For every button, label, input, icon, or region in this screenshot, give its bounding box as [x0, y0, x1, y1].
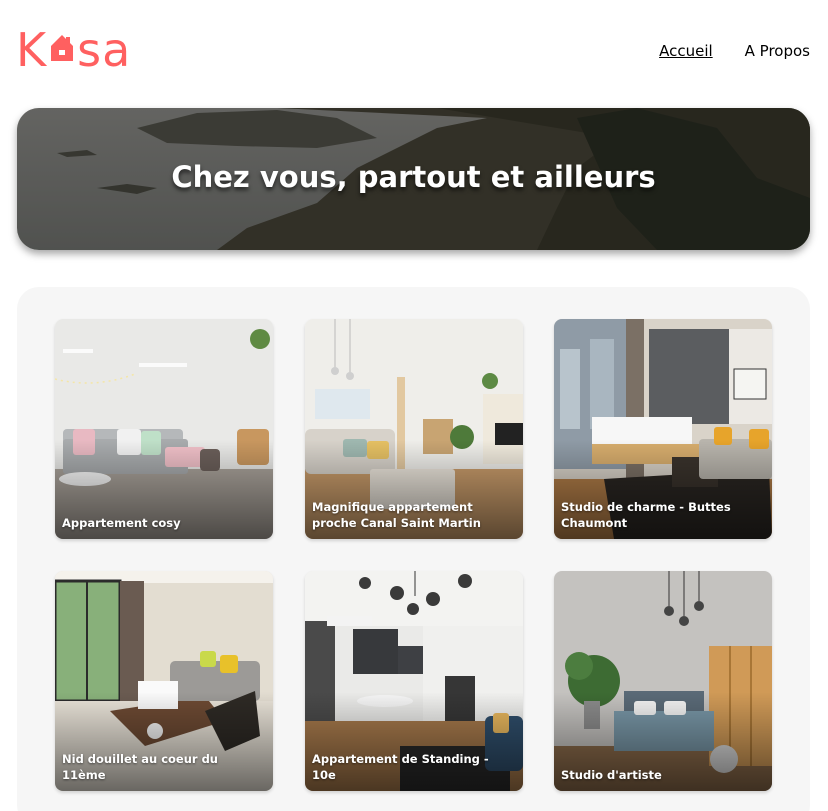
listing-title: Nid douillet au coeur du 11ème	[62, 752, 218, 782]
banner-title: Chez vous, partout et ailleurs	[171, 160, 656, 194]
hero-banner: Chez vous, partout et ailleurs	[17, 108, 810, 250]
listing-title: Appartement de Standing - 10e	[312, 752, 489, 782]
kasa-logo[interactable]: K sa	[16, 22, 156, 78]
listing-title: Magnifique appartement proche Canal Sain…	[312, 500, 481, 530]
listing-title: Studio de charme - Buttes Chaumont	[561, 500, 731, 530]
nav-link-a-propos[interactable]: A Propos	[745, 42, 810, 60]
card-shade	[554, 571, 772, 791]
main-nav: Accueil A Propos	[659, 42, 810, 60]
listing-card[interactable]: Appartement de Standing - 10e	[305, 571, 523, 791]
house-icon	[51, 35, 74, 61]
listings-gallery: Appartement cosy Magnifique appartement …	[17, 287, 810, 811]
listing-card[interactable]: Magnifique appartement proche Canal Sain…	[305, 319, 523, 539]
listing-title: Studio d'artiste	[561, 768, 662, 782]
listing-card[interactable]: Studio d'artiste	[554, 571, 772, 791]
listing-card[interactable]: Studio de charme - Buttes Chaumont	[554, 319, 772, 539]
listing-card[interactable]: Nid douillet au coeur du 11ème	[55, 571, 273, 791]
card-shade	[55, 319, 273, 539]
nav-link-accueil[interactable]: Accueil	[659, 42, 713, 60]
listing-card[interactable]: Appartement cosy	[55, 319, 273, 539]
listing-title: Appartement cosy	[62, 516, 181, 530]
site-header: K sa Accueil A Propos	[0, 0, 828, 100]
logo-letters-sa: sa	[77, 23, 132, 77]
logo-letter-k: K	[16, 23, 48, 77]
